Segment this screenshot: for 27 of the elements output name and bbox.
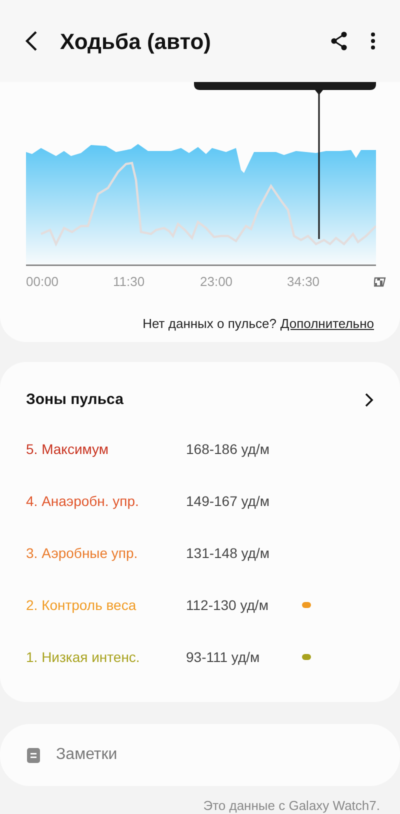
axis-label: 11:30 [113, 273, 146, 291]
zone-range: 168-186 уд/м [186, 440, 270, 459]
zone-range: 112-130 уд/м [186, 596, 270, 615]
notes-label: Заметки [56, 745, 118, 765]
zone-range: 93-111 уд/м [186, 648, 261, 667]
finish-flag-icon [374, 276, 386, 287]
source-text: Это данные с Galaxy Watch7. [203, 797, 380, 814]
zone-name: 4. Анаэробн. упр. [26, 492, 140, 511]
note-icon [27, 748, 40, 762]
screen-title: Ходьба (авто) [60, 28, 212, 56]
axis-label: 23:00 [200, 273, 234, 291]
zone-name: 5. Максимум [26, 440, 110, 459]
notes-card[interactable]: Заметки [0, 724, 400, 786]
share-icon[interactable] [330, 31, 348, 51]
section-title: Зоны пульса [26, 390, 124, 410]
zone-range: 131-148 уд/м [186, 544, 270, 563]
zone-name: 1. Низкая интенс. [26, 648, 141, 666]
axis-label: 34:30 [287, 273, 321, 291]
chevron-right-icon[interactable] [364, 392, 374, 408]
no-data-text: Нет данных о пульсе? [142, 314, 276, 333]
more-info-link[interactable]: Дополнительно [280, 314, 374, 333]
zone-range: 149-167 уд/м [186, 492, 270, 511]
back-icon[interactable] [24, 30, 38, 52]
zone-name: 3. Аэробные упр. [26, 544, 139, 563]
more-options-icon[interactable] [370, 32, 376, 50]
axis-label: 00:00 [26, 273, 60, 291]
zone-name: 2. Контроль веса [26, 596, 138, 615]
